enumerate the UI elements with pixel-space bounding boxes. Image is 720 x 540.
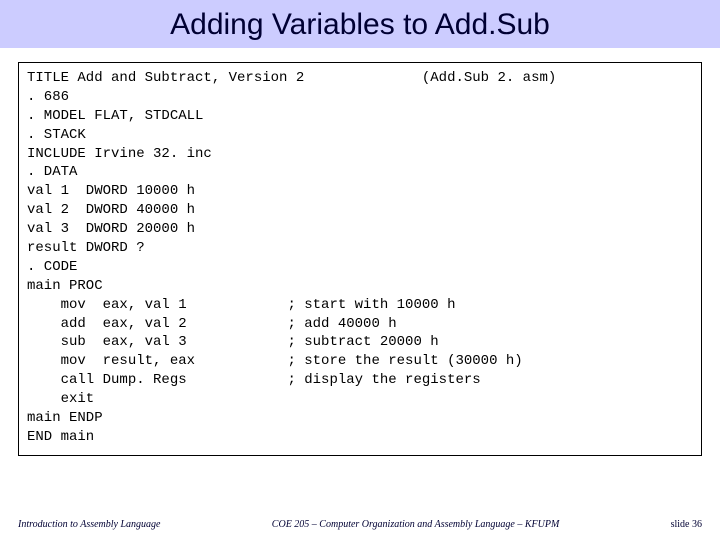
title-band: Adding Variables to Add.Sub [0, 0, 720, 48]
slide-title: Adding Variables to Add.Sub [0, 8, 720, 42]
footer-left: Introduction to Assembly Language [18, 519, 161, 530]
footer: Introduction to Assembly Language COE 20… [0, 519, 720, 530]
footer-right: slide 36 [671, 519, 702, 530]
code-block: TITLE Add and Subtract, Version 2 (Add.S… [18, 62, 702, 456]
footer-center: COE 205 – Computer Organization and Asse… [161, 519, 671, 530]
